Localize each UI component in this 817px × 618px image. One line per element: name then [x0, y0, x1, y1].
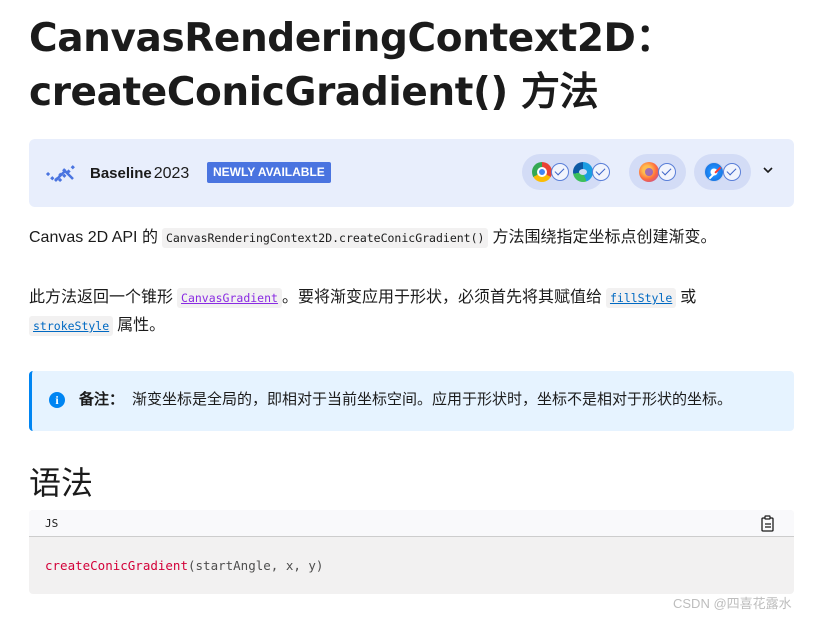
check-icon	[658, 163, 676, 181]
chevron-down-icon[interactable]	[763, 165, 773, 175]
baseline-check-icon	[45, 163, 77, 184]
code-args: (startAngle, x, y)	[188, 558, 324, 573]
edge-icon	[573, 162, 593, 182]
note-callout: i 备注： 渐变坐标是全局的，即相对于当前坐标空间。应用于形状时，坐标不是相对于形…	[29, 371, 794, 431]
fillstyle-link[interactable]: fillStyle	[605, 288, 677, 308]
code-function: createConicGradient	[45, 558, 188, 573]
method-code: CanvasRenderingContext2D.createConicGrad…	[161, 228, 489, 248]
intro-text: Canvas 2D API 的	[29, 229, 158, 246]
page-title-line-1: CanvasRenderingContext2D：	[29, 16, 675, 61]
intro-suffix: 方法围绕指定坐标点创建渐变。	[492, 229, 717, 246]
returns-paragraph: 此方法返回一个锥形 CanvasGradient 。要将渐变应用于形状，必须首先将其…	[29, 284, 696, 312]
browser-support-safari[interactable]	[694, 154, 751, 190]
code-line: createConicGradient(startAngle, x, y)	[45, 558, 323, 573]
baseline-year: 2023	[153, 165, 190, 182]
note-body: 渐变坐标是全局的，即相对于当前坐标空间。应用于形状时，坐标不是相对于形状的坐标。	[132, 391, 733, 408]
safari-icon	[704, 162, 724, 182]
syntax-heading: 语法	[29, 465, 94, 501]
check-icon	[551, 163, 569, 181]
chrome-icon	[532, 162, 552, 182]
page-title: CanvasRenderingContext2D： createConicGra…	[29, 12, 789, 120]
returns-text: 此方法返回一个锥形	[29, 289, 174, 306]
intro-paragraph: Canvas 2D API 的 CanvasRenderingContext2D.…	[29, 224, 716, 252]
code-language: JS	[45, 517, 59, 530]
canvasgradient-link[interactable]: CanvasGradient	[177, 288, 282, 308]
returns-paragraph-cont: strokeStyle 属性。	[29, 312, 165, 340]
firefox-icon	[639, 162, 659, 182]
syntax-code-block: JS createConicGradient(startAngle, x, y)	[29, 510, 794, 594]
check-icon	[592, 163, 610, 181]
returns-middle: 。要将渐变应用于形状，必须首先将其赋值给	[281, 289, 602, 306]
returns-suffix: 属性。	[117, 317, 166, 334]
returns-or: 或	[680, 289, 697, 306]
baseline-label: Baseline 2023	[90, 165, 190, 182]
baseline-banner[interactable]: Baseline 2023 NEWLY AVAILABLE	[29, 139, 794, 207]
note-label: 备注：	[79, 391, 125, 408]
watermark: CSDN @四喜花露水	[673, 596, 792, 611]
page-title-line-2: createConicGradient() 方法	[29, 70, 599, 115]
copy-icon[interactable]	[760, 515, 776, 532]
code-header: JS	[29, 510, 794, 537]
note-text: 备注： 渐变坐标是全局的，即相对于当前坐标空间。应用于形状时，坐标不是相对于形状的…	[79, 389, 732, 411]
strokestyle-link[interactable]: strokeStyle	[29, 316, 114, 336]
newly-available-badge: NEWLY AVAILABLE	[207, 162, 331, 183]
check-icon	[723, 163, 741, 181]
info-icon: i	[49, 392, 65, 408]
browser-support-firefox[interactable]	[629, 154, 686, 190]
browser-support-chromium[interactable]	[522, 154, 610, 190]
